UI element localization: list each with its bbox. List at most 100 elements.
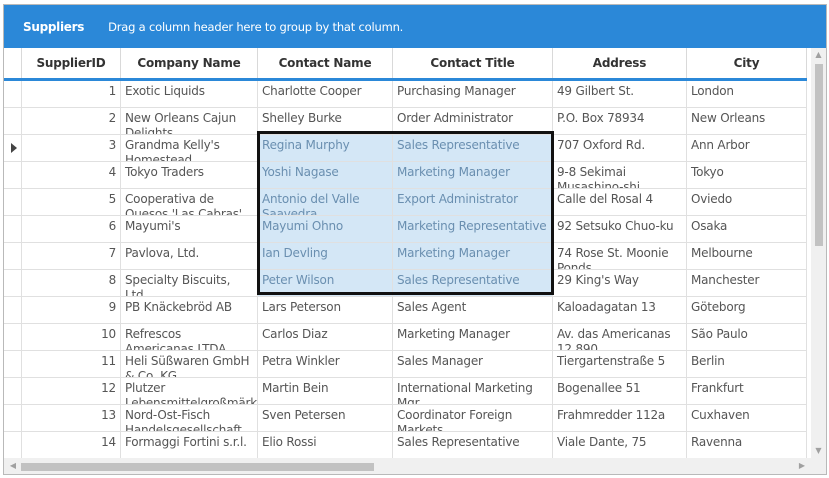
row-indicator[interactable]: [4, 297, 22, 324]
cell-company[interactable]: New Orleans Cajun Delights: [121, 108, 258, 135]
row-indicator[interactable]: [4, 108, 22, 135]
column-header-title[interactable]: Contact Title: [393, 48, 553, 78]
cell-contact[interactable]: Lars Peterson: [258, 297, 393, 324]
cell-company[interactable]: Grandma Kelly's Homestead: [121, 135, 258, 162]
cell-city[interactable]: New Orleans: [687, 108, 807, 135]
table-row[interactable]: 13Nord-Ost-Fisch Handelsgesellschaft mbH…: [4, 405, 807, 432]
column-header-address[interactable]: Address: [553, 48, 687, 78]
cell-city[interactable]: Tokyo: [687, 162, 807, 189]
cell-title[interactable]: Order Administrator: [393, 108, 553, 135]
cell-id[interactable]: 12: [22, 378, 121, 405]
cell-contact[interactable]: Yoshi Nagase: [258, 162, 393, 189]
cell-address[interactable]: Viale Dante, 75: [553, 432, 687, 458]
table-row[interactable]: 6 Mayumi's Mayumi Ohno Marketing Representa…: [4, 216, 807, 243]
cell-company[interactable]: Tokyo Traders: [121, 162, 258, 189]
cell-address[interactable]: Kaloadagatan 13: [553, 297, 687, 324]
column-header-city[interactable]: City: [687, 48, 807, 78]
cell-city[interactable]: São Paulo: [687, 324, 807, 351]
cell-address[interactable]: 92 Setsuko Chuo-ku: [553, 216, 687, 243]
cell-contact[interactable]: Petra Winkler: [258, 351, 393, 378]
row-indicator[interactable]: [4, 351, 22, 378]
cell-city[interactable]: Berlin: [687, 351, 807, 378]
cell-contact[interactable]: Antonio del Valle Saavedra: [258, 189, 393, 216]
row-indicator[interactable]: [4, 189, 22, 216]
cell-city[interactable]: Manchester: [687, 270, 807, 297]
row-indicator[interactable]: [4, 216, 22, 243]
table-row[interactable]: 2 New Orleans Cajun Delights Shelley Burke…: [4, 108, 807, 135]
cell-id[interactable]: 2: [22, 108, 121, 135]
table-row[interactable]: 7 Pavlova, Ltd. Ian Devling Marketing Manag…: [4, 243, 807, 270]
cell-contact[interactable]: Carlos Diaz: [258, 324, 393, 351]
cell-city[interactable]: Melbourne: [687, 243, 807, 270]
cell-contact[interactable]: Shelley Burke: [258, 108, 393, 135]
cell-title[interactable]: Coordinator Foreign Markets: [393, 405, 553, 432]
table-row[interactable]: 4 Tokyo Traders Yoshi Nagase Marketing Mana…: [4, 162, 807, 189]
cell-company[interactable]: Mayumi's: [121, 216, 258, 243]
cell-company[interactable]: Plutzer Lebensmittelgroßmärkte AG: [121, 378, 258, 405]
table-row[interactable]: 8 Specialty Biscuits, Ltd. Peter Wilson Sal…: [4, 270, 807, 297]
table-row[interactable]: 5 Cooperativa de Quesos 'Las Cabras' Anton…: [4, 189, 807, 216]
cell-city[interactable]: Frankfurt: [687, 378, 807, 405]
table-row[interactable]: 9 PB Knäckebröd AB Lars Peterson Sales Agen…: [4, 297, 807, 324]
cell-id[interactable]: 6: [22, 216, 121, 243]
cell-title[interactable]: Export Administrator: [393, 189, 553, 216]
cell-contact[interactable]: Charlotte Cooper: [258, 81, 393, 108]
row-indicator[interactable]: [4, 324, 22, 351]
cell-title[interactable]: Sales Representative: [393, 270, 553, 297]
cell-title[interactable]: International Marketing Mgr.: [393, 378, 553, 405]
cell-address[interactable]: 49 Gilbert St.: [553, 81, 687, 108]
cell-city[interactable]: Cuxhaven: [687, 405, 807, 432]
cell-id[interactable]: 10: [22, 324, 121, 351]
row-indicator[interactable]: [4, 81, 22, 108]
table-row[interactable]: 10 Refrescos Americanas LTDA Carlos Diaz Ma…: [4, 324, 807, 351]
table-row[interactable]: 12Plutzer Lebensmittelgroßmärkte AGMarti…: [4, 378, 807, 405]
cell-address[interactable]: P.O. Box 78934: [553, 108, 687, 135]
group-panel[interactable]: Suppliers Drag a column header here to g…: [4, 5, 826, 48]
cell-contact[interactable]: Martin Bein: [258, 378, 393, 405]
cell-id[interactable]: 7: [22, 243, 121, 270]
cell-title[interactable]: Sales Agent: [393, 297, 553, 324]
cell-title[interactable]: Marketing Representative: [393, 216, 553, 243]
cell-address[interactable]: 29 King's Way: [553, 270, 687, 297]
cell-id[interactable]: 8: [22, 270, 121, 297]
row-indicator[interactable]: [4, 270, 22, 297]
table-row[interactable]: 11 Heli Süßwaren GmbH & Co. KG Petra Winkl…: [4, 351, 807, 378]
cell-address[interactable]: 74 Rose St. Moonie Ponds: [553, 243, 687, 270]
scroll-right-icon[interactable]: ▶: [795, 458, 809, 474]
cell-address[interactable]: Frahmredder 112a: [553, 405, 687, 432]
row-indicator[interactable]: [4, 432, 22, 458]
column-header-id[interactable]: SupplierID: [22, 48, 121, 78]
cell-company[interactable]: Refrescos Americanas LTDA: [121, 324, 258, 351]
cell-id[interactable]: 11: [22, 351, 121, 378]
column-header-company[interactable]: Company Name: [121, 48, 258, 78]
cell-address[interactable]: 9-8 Sekimai Musashino-shi: [553, 162, 687, 189]
cell-city[interactable]: Göteborg: [687, 297, 807, 324]
row-indicator[interactable]: [4, 135, 22, 162]
cell-id[interactable]: 3: [22, 135, 121, 162]
horizontal-scroll-thumb[interactable]: [21, 463, 374, 471]
cell-company[interactable]: Cooperativa de Quesos 'Las Cabras': [121, 189, 258, 216]
vertical-scroll-thumb[interactable]: [815, 64, 823, 246]
row-indicator[interactable]: [4, 162, 22, 189]
column-header-contact[interactable]: Contact Name: [258, 48, 393, 78]
scroll-left-icon[interactable]: ◀: [6, 458, 20, 474]
cell-city[interactable]: Ravenna: [687, 432, 807, 458]
cell-contact[interactable]: Mayumi Ohno: [258, 216, 393, 243]
cell-company[interactable]: Exotic Liquids: [121, 81, 258, 108]
cell-company[interactable]: Pavlova, Ltd.: [121, 243, 258, 270]
table-row[interactable]: 1 Exotic Liquids Charlotte Cooper Purchasin…: [4, 81, 807, 108]
cell-address[interactable]: Bogenallee 51: [553, 378, 687, 405]
cell-title[interactable]: Sales Representative: [393, 135, 553, 162]
cell-contact[interactable]: Sven Petersen: [258, 405, 393, 432]
horizontal-scrollbar[interactable]: ◀ ▶: [4, 458, 811, 474]
cell-address[interactable]: Av. das Americanas 12.890: [553, 324, 687, 351]
cell-company[interactable]: Heli Süßwaren GmbH & Co. KG: [121, 351, 258, 378]
table-row[interactable]: 14 Formaggi Fortini s.r.l. Elio Rossi Sales…: [4, 432, 807, 458]
suppliers-grid[interactable]: Suppliers Drag a column header here to g…: [3, 4, 827, 475]
vertical-scrollbar[interactable]: ▲ ▼: [811, 48, 826, 458]
cell-title[interactable]: Marketing Manager: [393, 324, 553, 351]
cell-id[interactable]: 1: [22, 81, 121, 108]
cell-title[interactable]: Sales Manager: [393, 351, 553, 378]
cell-city[interactable]: Osaka: [687, 216, 807, 243]
cell-address[interactable]: Calle del Rosal 4: [553, 189, 687, 216]
